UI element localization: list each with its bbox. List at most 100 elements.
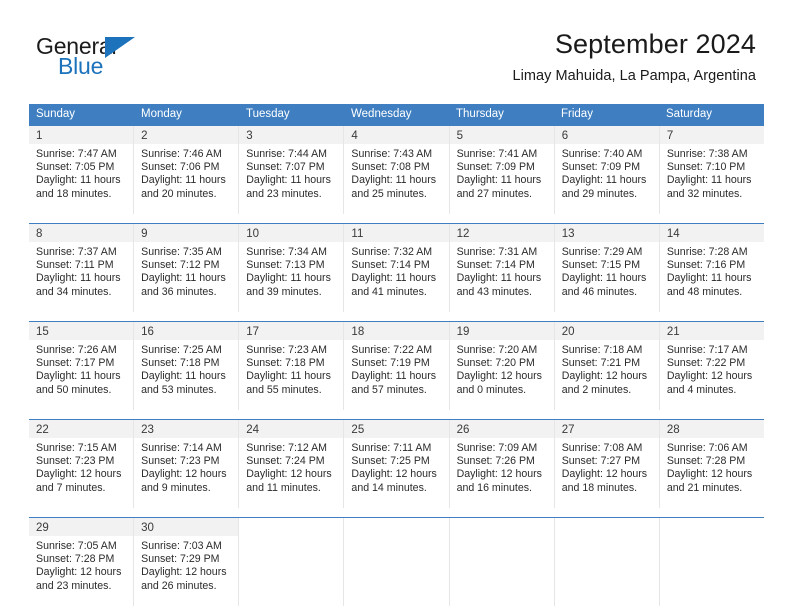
day-number-band: 21 — [659, 322, 764, 340]
day-cell[interactable]: 9 Sunrise: 7:35 AM Sunset: 7:12 PM Dayli… — [134, 224, 240, 312]
day-cell[interactable]: 18 Sunrise: 7:22 AM Sunset: 7:19 PM Dayl… — [344, 322, 450, 410]
daylight-line-2: and 53 minutes. — [141, 383, 217, 396]
daylight-line-2: and 25 minutes. — [351, 187, 427, 200]
day-cell[interactable]: 24 Sunrise: 7:12 AM Sunset: 7:24 PM Dayl… — [239, 420, 345, 508]
day-cell[interactable]: 7 Sunrise: 7:38 AM Sunset: 7:10 PM Dayli… — [659, 126, 764, 214]
day-cell[interactable]: 27 Sunrise: 7:08 AM Sunset: 7:27 PM Dayl… — [554, 420, 660, 508]
weekday-header-row: Sunday Monday Tuesday Wednesday Thursday… — [29, 104, 764, 125]
day-number-band: 3 — [239, 126, 344, 144]
day-cell[interactable]: 4 Sunrise: 7:43 AM Sunset: 7:08 PM Dayli… — [344, 126, 450, 214]
daylight-line-1: Daylight: 11 hours — [666, 272, 752, 285]
daylight-line-1: Daylight: 11 hours — [561, 174, 647, 187]
sunrise-line: Sunrise: 7:29 AM — [561, 246, 643, 258]
sunset-line: Sunset: 7:20 PM — [456, 357, 535, 370]
day-cell[interactable]: 14 Sunrise: 7:28 AM Sunset: 7:16 PM Dayl… — [659, 224, 764, 312]
day-number: 27 — [561, 424, 575, 436]
sunset-line: Sunset: 7:09 PM — [561, 161, 641, 174]
day-cell[interactable]: 29 Sunrise: 7:05 AM Sunset: 7:28 PM Dayl… — [29, 518, 135, 606]
daylight-line-1: Daylight: 11 hours — [246, 370, 331, 383]
daylight-line-2: and 18 minutes. — [36, 187, 112, 200]
daylight-line-2: and 0 minutes. — [456, 383, 527, 396]
sunrise-line: Sunrise: 7:31 AM — [456, 246, 538, 258]
day-details: Sunrise: 7:46 AM Sunset: 7:06 PM Dayligh… — [134, 144, 238, 201]
sunrise-line: Sunrise: 7:08 AM — [561, 442, 643, 454]
sunset-line: Sunset: 7:05 PM — [36, 161, 115, 174]
week-gap — [29, 410, 764, 419]
day-cell[interactable]: 6 Sunrise: 7:40 AM Sunset: 7:09 PM Dayli… — [554, 126, 660, 214]
daylight-line-1: Daylight: 11 hours — [456, 272, 542, 285]
calendar-grid: Sunday Monday Tuesday Wednesday Thursday… — [29, 104, 764, 606]
day-cell[interactable]: 17 Sunrise: 7:23 AM Sunset: 7:18 PM Dayl… — [239, 322, 345, 410]
daylight-line-1: Daylight: 11 hours — [351, 272, 437, 285]
day-number-band: 25 — [344, 420, 449, 438]
daylight-line-1: Daylight: 11 hours — [561, 272, 647, 285]
sunset-line: Sunset: 7:23 PM — [36, 455, 115, 468]
sunset-line: Sunset: 7:08 PM — [351, 161, 430, 174]
day-cell[interactable]: 12 Sunrise: 7:31 AM Sunset: 7:14 PM Dayl… — [449, 224, 555, 312]
day-details: Sunrise: 7:20 AM Sunset: 7:20 PM Dayligh… — [450, 340, 554, 397]
day-details: Sunrise: 7:05 AM Sunset: 7:28 PM Dayligh… — [29, 536, 133, 593]
day-cell[interactable]: 1 Sunrise: 7:47 AM Sunset: 7:05 PM Dayli… — [29, 126, 135, 214]
day-cell[interactable]: 22 Sunrise: 7:15 AM Sunset: 7:23 PM Dayl… — [29, 420, 135, 508]
day-cell[interactable]: 26 Sunrise: 7:09 AM Sunset: 7:26 PM Dayl… — [449, 420, 555, 508]
sunset-line: Sunset: 7:15 PM — [561, 259, 641, 272]
daylight-line-1: Daylight: 12 hours — [456, 468, 542, 481]
day-cell[interactable]: 5 Sunrise: 7:41 AM Sunset: 7:09 PM Dayli… — [449, 126, 555, 214]
day-cell[interactable]: 2 Sunrise: 7:46 AM Sunset: 7:06 PM Dayli… — [134, 126, 240, 214]
day-number: 29 — [36, 522, 49, 534]
day-cell[interactable]: 8 Sunrise: 7:37 AM Sunset: 7:11 PM Dayli… — [29, 224, 135, 312]
day-details: Sunrise: 7:37 AM Sunset: 7:11 PM Dayligh… — [29, 242, 133, 299]
sunrise-line: Sunrise: 7:41 AM — [456, 148, 538, 160]
sunset-line: Sunset: 7:27 PM — [561, 455, 641, 468]
daylight-line-2: and 50 minutes. — [36, 383, 112, 396]
day-cell[interactable]: 30 Sunrise: 7:03 AM Sunset: 7:29 PM Dayl… — [134, 518, 240, 606]
sunrise-line: Sunrise: 7:18 AM — [561, 344, 643, 356]
day-details: Sunrise: 7:09 AM Sunset: 7:26 PM Dayligh… — [450, 438, 554, 495]
day-cell[interactable]: 3 Sunrise: 7:44 AM Sunset: 7:07 PM Dayli… — [239, 126, 345, 214]
general-blue-logo[interactable]: General Blue — [36, 33, 266, 89]
day-number-band: 19 — [449, 322, 554, 340]
daylight-line-1: Daylight: 11 hours — [666, 174, 752, 187]
sunrise-line: Sunrise: 7:34 AM — [246, 246, 327, 258]
day-number-band: 17 — [239, 322, 344, 340]
day-cell[interactable]: 15 Sunrise: 7:26 AM Sunset: 7:17 PM Dayl… — [29, 322, 135, 410]
daylight-line-2: and 16 minutes. — [456, 481, 532, 494]
day-details: Sunrise: 7:18 AM Sunset: 7:21 PM Dayligh… — [555, 340, 659, 397]
daylight-line-2: and 29 minutes. — [561, 187, 638, 200]
daylight-line-2: and 41 minutes. — [351, 285, 427, 298]
day-number-band — [344, 518, 449, 536]
day-number: 25 — [351, 424, 365, 436]
day-details: Sunrise: 7:38 AM Sunset: 7:10 PM Dayligh… — [660, 144, 764, 201]
day-details: Sunrise: 7:40 AM Sunset: 7:09 PM Dayligh… — [555, 144, 659, 201]
week-gap — [29, 508, 764, 517]
day-cell[interactable]: 21 Sunrise: 7:17 AM Sunset: 7:22 PM Dayl… — [659, 322, 764, 410]
day-cell[interactable]: 16 Sunrise: 7:25 AM Sunset: 7:18 PM Dayl… — [134, 322, 240, 410]
sunrise-line: Sunrise: 7:09 AM — [456, 442, 538, 454]
sunset-line: Sunset: 7:06 PM — [141, 161, 220, 174]
day-cell[interactable]: 13 Sunrise: 7:29 AM Sunset: 7:15 PM Dayl… — [554, 224, 660, 312]
day-number-band: 1 — [29, 126, 134, 144]
day-number-band: 2 — [134, 126, 239, 144]
day-cell[interactable]: 25 Sunrise: 7:11 AM Sunset: 7:25 PM Dayl… — [344, 420, 450, 508]
sunset-line: Sunset: 7:17 PM — [36, 357, 115, 370]
week-row: 29 Sunrise: 7:05 AM Sunset: 7:28 PM Dayl… — [29, 517, 764, 606]
day-number-band: 24 — [239, 420, 344, 438]
week-row: 8 Sunrise: 7:37 AM Sunset: 7:11 PM Dayli… — [29, 223, 764, 312]
day-cell[interactable]: 10 Sunrise: 7:34 AM Sunset: 7:13 PM Dayl… — [239, 224, 345, 312]
day-number: 2 — [141, 130, 148, 142]
day-cell[interactable]: 23 Sunrise: 7:14 AM Sunset: 7:23 PM Dayl… — [134, 420, 240, 508]
day-number: 9 — [141, 228, 148, 240]
day-cell[interactable]: 28 Sunrise: 7:06 AM Sunset: 7:28 PM Dayl… — [659, 420, 764, 508]
daylight-line-2: and 57 minutes. — [351, 383, 427, 396]
sunrise-line: Sunrise: 7:17 AM — [666, 344, 748, 356]
day-cell[interactable]: 11 Sunrise: 7:32 AM Sunset: 7:14 PM Dayl… — [344, 224, 450, 312]
sunrise-line: Sunrise: 7:28 AM — [666, 246, 748, 258]
day-details: Sunrise: 7:11 AM Sunset: 7:25 PM Dayligh… — [344, 438, 448, 495]
sunrise-line: Sunrise: 7:22 AM — [351, 344, 433, 356]
day-number: 7 — [666, 130, 674, 142]
day-cell[interactable]: 19 Sunrise: 7:20 AM Sunset: 7:20 PM Dayl… — [449, 322, 555, 410]
week-gap — [29, 312, 764, 321]
day-number: 11 — [351, 228, 364, 240]
day-cell[interactable]: 20 Sunrise: 7:18 AM Sunset: 7:21 PM Dayl… — [554, 322, 660, 410]
sunrise-line: Sunrise: 7:03 AM — [141, 540, 222, 552]
